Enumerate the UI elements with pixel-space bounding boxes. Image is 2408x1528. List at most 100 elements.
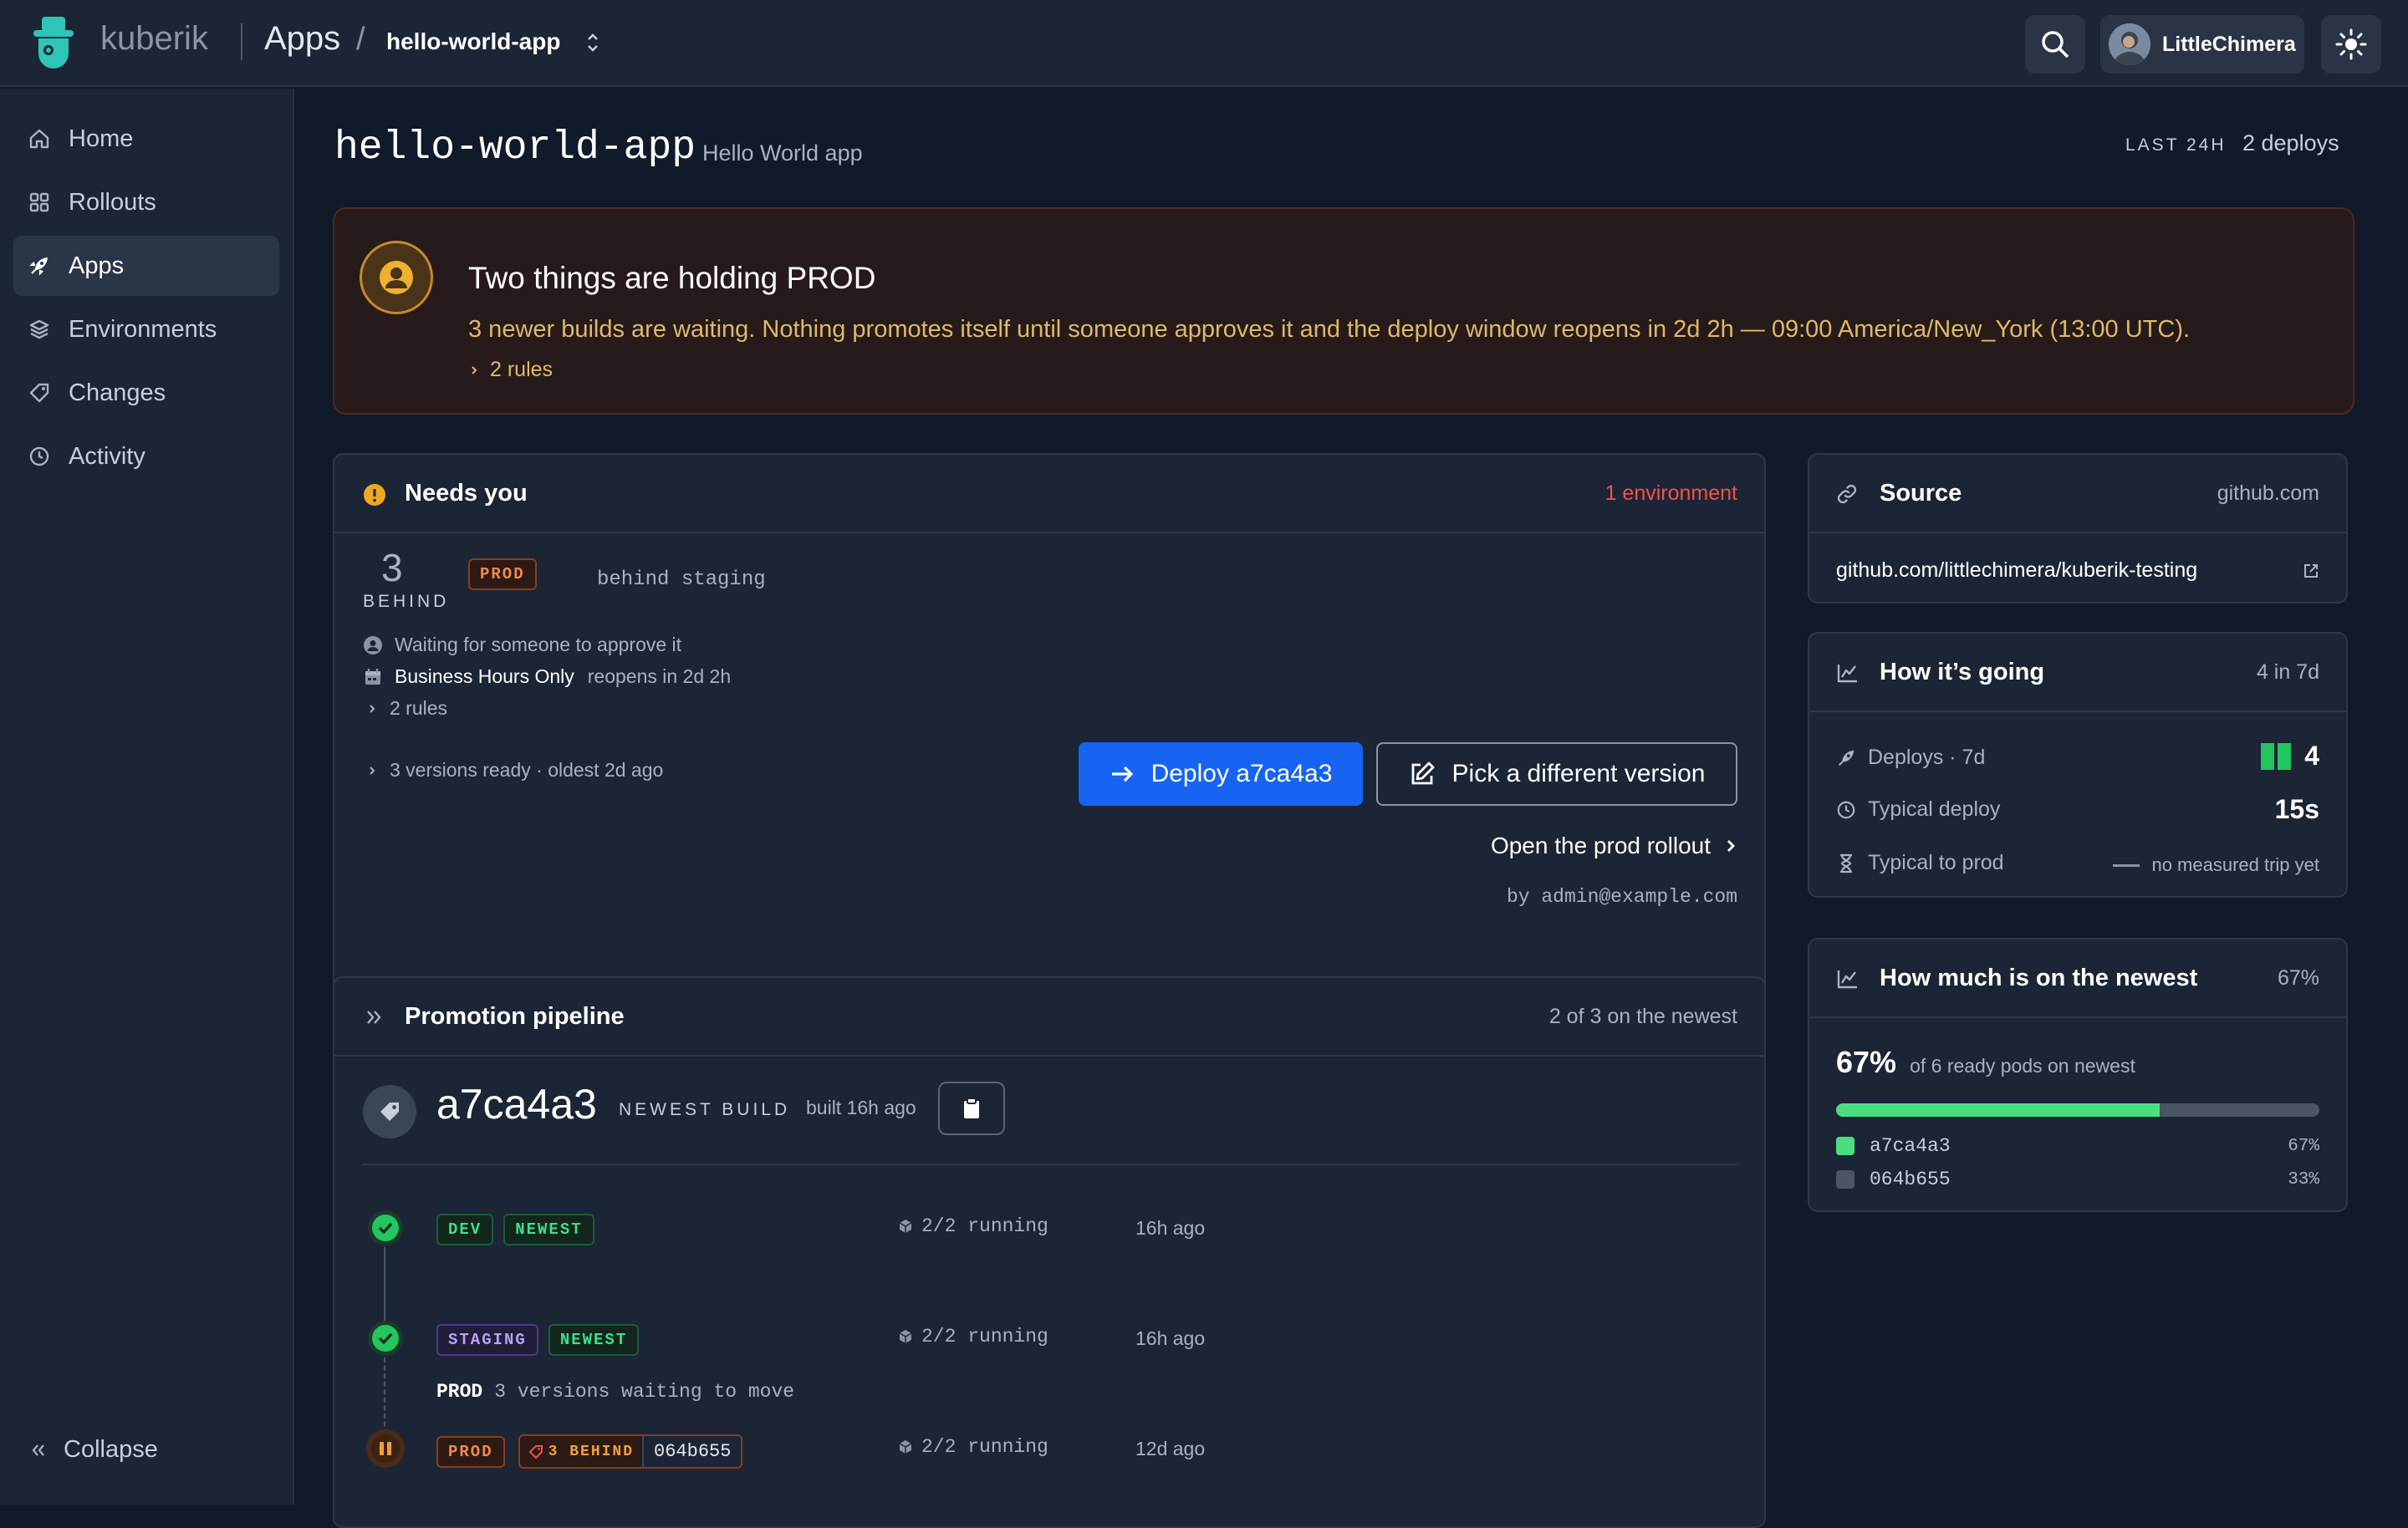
chart-line-icon — [1836, 968, 1860, 990]
typical-deploy-value: 15s — [2274, 794, 2319, 824]
stage-dev-pods: 2/2 running — [898, 1215, 1048, 1237]
stage-staging-status — [368, 1321, 403, 1356]
brand-name[interactable]: kuberik — [100, 20, 208, 58]
kuberik-logo-icon[interactable] — [30, 15, 77, 69]
search-button[interactable] — [2025, 15, 2085, 74]
rules-toggle[interactable]: 2 rules — [366, 697, 447, 720]
card-header: How much is on the newest 67% — [1809, 940, 2346, 1018]
card-title: How much is on the newest — [1880, 965, 2198, 991]
hourglass-icon — [1836, 853, 1856, 874]
layers-icon — [28, 318, 50, 340]
window-reopens: reopens in 2d 2h — [587, 665, 732, 687]
source-host: github.com — [2217, 481, 2319, 505]
sidebar-item-apps[interactable]: Apps — [13, 236, 279, 296]
deploys-7d-row: Deploys · 7d — [1836, 746, 1985, 770]
sidebar-item-label: Changes — [69, 379, 166, 406]
user-menu-button[interactable]: LittleChimera — [2100, 15, 2304, 74]
card-header: How it’s going 4 in 7d — [1809, 634, 2346, 712]
breadcrumb-app-selector[interactable]: hello-world-app — [386, 28, 560, 55]
current-version: 064b655 — [642, 1436, 742, 1467]
deploys-count: 2 deploys — [2242, 130, 2339, 155]
cube-icon — [898, 1329, 913, 1344]
deploys-7d-label: Deploys · 7d — [1868, 746, 1986, 769]
sidebar-item-label: Apps — [69, 252, 125, 279]
top-bar: kuberik Apps / hello-world-app LittleChi… — [0, 0, 2408, 87]
behind-label: 3 BEHIND — [548, 1443, 635, 1460]
sidebar-item-environments[interactable]: Environments — [13, 299, 279, 359]
alert-rules-label: 2 rules — [490, 358, 554, 381]
stage-prod-badges: PROD 3 BEHIND 064b655 — [436, 1434, 743, 1469]
card-title: How it’s going — [1880, 659, 2045, 685]
newest-build-label: NEWEST BUILD — [619, 1100, 791, 1119]
alert-title: Two things are holding PROD — [468, 261, 876, 295]
how-its-going-card: How it’s going 4 in 7d Deploys · 7d 4 Ty… — [1808, 632, 2348, 898]
chevron-right-icon — [1724, 838, 1737, 854]
versions-ready-toggle[interactable]: 3 versions ready · oldest 2d ago — [366, 759, 663, 782]
newest-share-card: How much is on the newest 67% 67% of 6 r… — [1808, 938, 2348, 1212]
env-badge-dev[interactable]: DEV — [436, 1214, 494, 1245]
alert-text: 3 newer builds are waiting. Nothing prom… — [468, 316, 2191, 343]
warning-icon — [363, 483, 386, 507]
sidebar-item-home[interactable]: Home — [13, 109, 279, 169]
window-name: Business Hours Only — [395, 665, 574, 687]
open-prod-rollout-link[interactable]: Open the prod rollout — [1491, 833, 1737, 859]
tag-icon — [28, 382, 50, 404]
card-header: Needs you 1 environment — [334, 455, 1764, 533]
deploys-in-7d: 4 in 7d — [2256, 660, 2319, 684]
environment-count[interactable]: 1 environment — [1605, 481, 1737, 506]
deployed-by: by admin@example.com — [1506, 886, 1737, 908]
last-24h-label: LAST 24H — [2125, 135, 2227, 155]
behind-version-pill[interactable]: 3 BEHIND 064b655 — [518, 1434, 743, 1469]
chevrons-left-icon — [30, 1442, 47, 1459]
pipeline-connector — [384, 1247, 385, 1326]
version-pct: 67% — [2288, 1136, 2319, 1156]
user-circle-icon — [360, 241, 433, 314]
typical-to-prod-row: Typical to prod — [1836, 851, 2004, 875]
chevron-updown-icon[interactable] — [585, 32, 600, 53]
sidebar-item-label: Environments — [69, 315, 217, 343]
pick-version-button[interactable]: Pick a different version — [1376, 742, 1737, 806]
chevron-right-icon — [366, 703, 378, 715]
copy-button[interactable] — [938, 1082, 1005, 1135]
newest-progress-fill — [1836, 1103, 2161, 1117]
chart-line-icon — [1836, 662, 1860, 684]
collapse-sidebar-button[interactable]: Collapse — [30, 1436, 158, 1464]
stage-staging-ago: 16h ago — [1135, 1327, 1206, 1349]
deploy-button[interactable]: Deploy a7ca4a3 — [1079, 742, 1363, 806]
source-repo-link[interactable]: github.com/littlechimera/kuberik-testing — [1836, 558, 2319, 583]
build-sha[interactable]: a7ca4a3 — [436, 1080, 597, 1128]
collapse-label: Collapse — [64, 1436, 158, 1463]
stage-staging-pods: 2/2 running — [898, 1326, 1048, 1347]
env-badge-staging[interactable]: STAGING — [436, 1324, 538, 1356]
divider — [363, 1164, 1737, 1165]
sidebar-item-rollouts[interactable]: Rollouts — [13, 172, 279, 232]
version-pct: 33% — [2288, 1169, 2319, 1189]
open-rollout-label: Open the prod rollout — [1490, 833, 1711, 858]
chevrons-right-icon — [365, 1008, 383, 1026]
card-title: Promotion pipeline — [405, 1003, 625, 1030]
deploy-button-label: Deploy a7ca4a3 — [1150, 760, 1333, 787]
tag-icon — [528, 1444, 543, 1459]
env-badge-prod[interactable]: PROD — [436, 1435, 505, 1468]
cube-icon — [898, 1439, 913, 1454]
build-tag-icon — [363, 1085, 416, 1138]
card-header: Source github.com — [1809, 455, 2346, 533]
pods-running: 2/2 running — [921, 1326, 1048, 1347]
breadcrumb-apps[interactable]: Apps — [264, 20, 340, 58]
page-subtitle: Hello World app — [702, 140, 863, 166]
rules-label: 2 rules — [390, 697, 448, 719]
newest-text: of 6 ready pods on newest — [1910, 1055, 2135, 1077]
sidebar: Home Rollouts Apps Environments Changes … — [0, 89, 294, 1505]
waiting-text: Waiting for someone to approve it — [395, 634, 682, 655]
sidebar-item-changes[interactable]: Changes — [13, 363, 279, 423]
behind-count: 3 — [381, 546, 403, 589]
alert-rules-toggle[interactable]: 2 rules — [468, 358, 553, 382]
theme-toggle-button[interactable] — [2321, 15, 2381, 74]
newest-badge: NEWEST — [548, 1324, 640, 1356]
prod-waiting-note: PROD 3 versions waiting to move — [436, 1381, 794, 1403]
sidebar-item-activity[interactable]: Activity — [13, 426, 279, 486]
user-circle-icon — [363, 635, 383, 655]
newest-progress-bar — [1836, 1103, 2319, 1117]
user-name: LittleChimera — [2162, 32, 2296, 56]
stage-dev-badges: DEV NEWEST — [436, 1214, 594, 1245]
